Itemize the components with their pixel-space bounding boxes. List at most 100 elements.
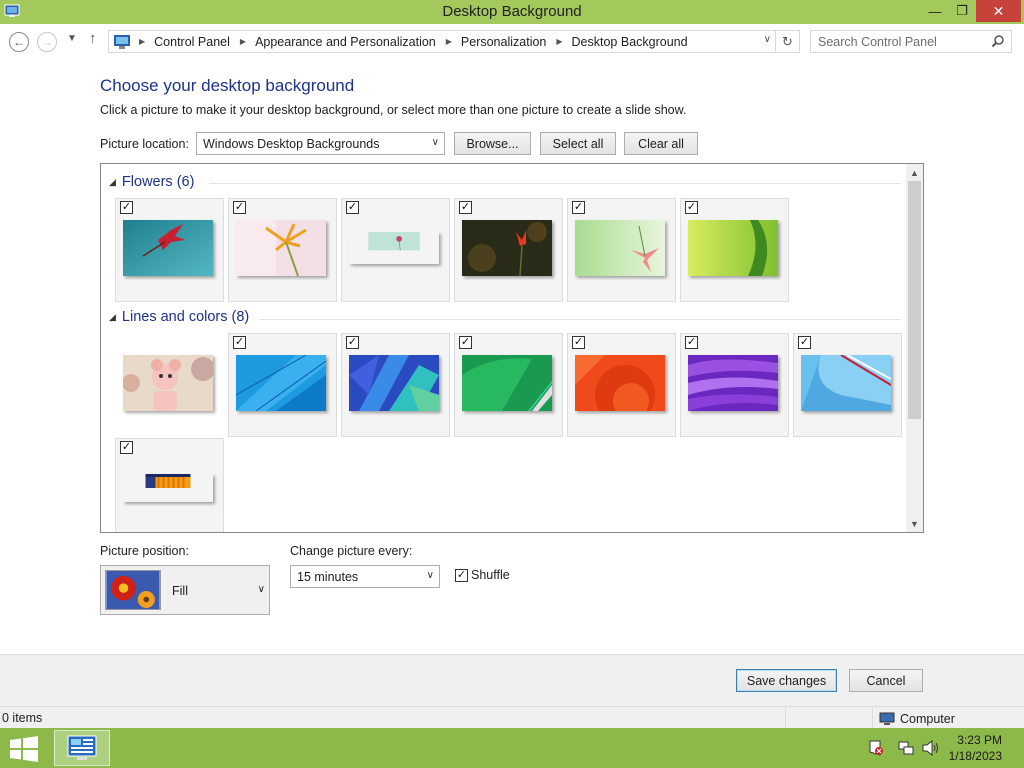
search-icon[interactable] [991,34,1005,48]
windows-start-icon[interactable] [10,736,38,762]
scrollbar-thumb[interactable] [908,181,921,419]
wallpaper-thumbnail [123,220,213,276]
collapse-triangle-icon[interactable]: ◢ [109,312,116,323]
wallpaper-checkbox[interactable]: ✓ [685,201,698,214]
status-bar: 0 items Computer [0,706,1024,728]
shuffle-checkbox[interactable]: ✓ [455,569,468,582]
wallpaper-tile[interactable]: ✓ [228,198,337,302]
wallpaper-thumbnail [368,232,420,251]
chevron-right-icon[interactable]: ▶ [556,37,562,46]
status-location-text: Computer [900,712,955,726]
wallpaper-thumbnail [145,474,191,488]
collapse-triangle-icon[interactable]: ◢ [109,177,116,188]
wallpaper-tile[interactable]: ✓ [341,333,450,437]
chevron-right-icon[interactable]: ▶ [240,37,246,46]
wallpaper-checkbox[interactable]: ✓ [233,336,246,349]
select-all-button[interactable]: Select all [540,132,616,155]
wallpaper-thumbnail [462,220,552,276]
refresh-button[interactable]: ↻ [775,31,799,52]
group-header-flowers[interactable]: ◢ Flowers (6) [109,174,194,190]
wallpaper-tile[interactable]: ✓ [341,198,450,302]
wallpaper-tile[interactable]: ✓ [115,198,224,302]
change-interval-value: 15 minutes [297,570,359,584]
group-divider [209,183,901,184]
wallpaper-tile[interactable]: ✓ [793,333,902,437]
wallpaper-thumbnail [236,220,326,276]
wallpaper-checkbox[interactable]: ✓ [120,201,133,214]
scroll-up-arrow-icon[interactable]: ▲ [906,164,923,181]
breadcrumb[interactable]: ▶ Control Panel ▶ Appearance and Persona… [108,30,800,53]
scroll-down-arrow-icon[interactable]: ▼ [906,515,923,532]
change-interval-select[interactable]: 15 minutes ∨ [290,565,440,588]
breadcrumb-desktop-background[interactable]: Desktop Background [572,35,688,49]
wallpaper-tile[interactable]: ✓ [454,333,563,437]
control-panel-icon [114,34,130,49]
background-gallery[interactable]: ◢ Flowers (6) ✓ ✓ ✓ ✓ ✓ ✓ ◢ Lines and co… [100,163,924,533]
wallpaper-thumbnail [575,355,665,411]
wallpaper-tile[interactable]: ✓ [228,333,337,437]
up-button[interactable]: ↑ [89,30,97,47]
wallpaper-thumbnail [123,355,213,411]
browse-button[interactable]: Browse... [454,132,531,155]
chevron-right-icon: ▶ [139,37,146,46]
action-center-icon[interactable] [868,740,884,756]
title-bar: Desktop Background — ❐ ✕ [0,0,1024,24]
volume-icon[interactable] [922,740,940,756]
group-header-lines-and-colors[interactable]: ◢ Lines and colors (8) [109,309,249,325]
page-description: Click a picture to make it your desktop … [100,103,687,117]
wallpaper-thumbnail [688,355,778,411]
chevron-right-icon[interactable]: ▶ [446,37,452,46]
wallpaper-thumbnail [462,355,552,411]
picture-location-select[interactable]: Windows Desktop Backgrounds ∨ [196,132,445,155]
wallpaper-checkbox[interactable]: ✓ [572,336,585,349]
wallpaper-thumbnail [236,355,326,411]
back-button[interactable]: ← [9,32,29,52]
picture-position-label: Picture position: [100,544,189,558]
wallpaper-checkbox[interactable]: ✓ [233,201,246,214]
save-changes-button[interactable]: Save changes [736,669,837,692]
cancel-button[interactable]: Cancel [849,669,923,692]
breadcrumb-personalization[interactable]: Personalization [461,35,546,49]
chevron-down-icon[interactable]: ∨ [764,34,771,45]
search-input[interactable]: Search Control Panel [810,30,1012,53]
wallpaper-tile[interactable]: ✓ [567,333,676,437]
address-bar: ← → ▼ ↑ ▶ Control Panel ▶ Appearance and… [0,24,1024,58]
close-button[interactable]: ✕ [976,0,1021,22]
wallpaper-checkbox[interactable]: ✓ [459,201,472,214]
wallpaper-tile[interactable] [115,333,224,437]
page-title: Choose your desktop background [100,76,355,95]
picture-location-label: Picture location: [100,137,189,151]
taskbar: 3:23 PM 1/18/2023 [0,728,1024,768]
item-count: 0 items [2,711,43,725]
wallpaper-checkbox[interactable]: ✓ [120,441,133,454]
breadcrumb-appearance[interactable]: Appearance and Personalization [255,35,436,49]
wallpaper-tile[interactable]: ✓ [680,333,789,437]
recent-locations-button[interactable]: ▼ [67,33,77,44]
wallpaper-tile[interactable]: ✓ [454,198,563,302]
wallpaper-checkbox[interactable]: ✓ [685,336,698,349]
taskbar-control-panel-button[interactable] [54,730,110,766]
picture-location-value: Windows Desktop Backgrounds [203,137,380,151]
clock[interactable]: 3:23 PM 1/18/2023 [949,732,1002,764]
network-icon[interactable] [898,740,914,756]
wallpaper-checkbox[interactable]: ✓ [459,336,472,349]
wallpaper-checkbox[interactable]: ✓ [798,336,811,349]
minimize-button[interactable]: — [920,0,950,22]
wallpaper-tile[interactable]: ✓ [680,198,789,302]
clear-all-button[interactable]: Clear all [624,132,698,155]
wallpaper-checkbox[interactable]: ✓ [346,336,359,349]
breadcrumb-control-panel[interactable]: Control Panel [154,35,230,49]
wallpaper-tile[interactable]: ✓ [567,198,676,302]
wallpaper-checkbox[interactable]: ✓ [346,201,359,214]
wallpaper-thumbnail [349,355,439,411]
status-location: Computer [872,707,955,728]
wallpaper-checkbox[interactable]: ✓ [572,201,585,214]
wallpaper-tile[interactable]: ✓ [115,438,224,532]
control-panel-icon [67,735,97,760]
picture-position-select[interactable]: Fill ∨ [100,565,270,615]
restore-button[interactable]: ❐ [947,0,977,22]
shuffle-label[interactable]: Shuffle [471,568,510,582]
vertical-scrollbar[interactable]: ▲ ▼ [906,164,923,532]
computer-icon [879,712,895,725]
forward-button[interactable]: → [37,32,57,52]
